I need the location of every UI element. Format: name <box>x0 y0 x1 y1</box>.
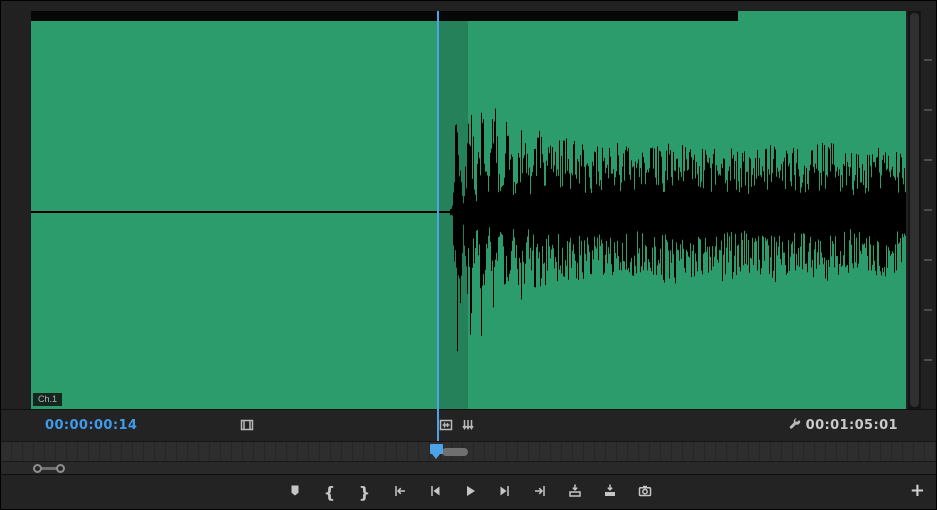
settings-button[interactable] <box>787 417 803 433</box>
go-to-in-button[interactable] <box>392 485 408 501</box>
play-button[interactable] <box>462 485 478 501</box>
playhead[interactable] <box>437 11 439 441</box>
source-monitor-panel: Ch.1 00:00:00:14 00:01:05:01 {} + <box>0 0 937 510</box>
go-to-out-icon <box>532 483 548 504</box>
step-forward-button[interactable] <box>497 485 513 501</box>
play-icon <box>462 483 478 504</box>
top-black-strip <box>31 11 738 21</box>
step-forward-icon <box>497 483 513 504</box>
waveform-box-icon <box>438 417 454 433</box>
channel-label: Ch.1 <box>33 393 63 406</box>
vertical-scrollbar[interactable] <box>908 11 921 409</box>
export-frame-button[interactable] <box>637 485 653 501</box>
horizontal-scrollbar[interactable] <box>1 461 936 475</box>
playhead-handle[interactable] <box>430 444 443 459</box>
audio-arrows-icon <box>460 417 476 433</box>
drag-video-button[interactable] <box>239 417 255 433</box>
overwrite-button[interactable] <box>602 483 618 504</box>
level-ruler-ticks <box>924 11 932 409</box>
insert-button[interactable] <box>567 483 583 504</box>
vertical-scrollbar-thumb[interactable] <box>910 13 919 407</box>
insert-icon <box>567 483 583 504</box>
zoom-handle-right[interactable] <box>56 464 65 473</box>
overwrite-icon <box>602 483 618 504</box>
waveform-display[interactable]: Ch.1 <box>31 11 906 409</box>
mark-out-button[interactable]: } <box>357 485 373 501</box>
step-back-icon <box>427 483 443 504</box>
add-marker-button[interactable] <box>287 485 303 501</box>
drag-audio-button[interactable] <box>438 417 454 433</box>
current-timecode[interactable]: 00:00:00:14 <box>45 418 137 433</box>
audio-channels-button[interactable] <box>460 417 476 433</box>
mark-in-button[interactable]: { <box>322 485 338 501</box>
zoom-region-thumb[interactable] <box>442 448 468 456</box>
go-to-out-button[interactable] <box>532 485 548 501</box>
transport-toolbar: { } <box>1 474 936 509</box>
film-frame-icon <box>239 417 255 433</box>
go-to-in-icon <box>392 483 408 504</box>
step-back-button[interactable] <box>427 485 443 501</box>
settings-wrench-icon <box>787 417 803 433</box>
camera-icon <box>637 483 653 504</box>
timecode-bar: 00:00:00:14 00:01:05:01 <box>1 409 936 442</box>
button-editor-plus[interactable]: + <box>910 482 925 500</box>
zoom-handle-left[interactable] <box>33 464 42 473</box>
time-ruler[interactable] <box>1 441 936 462</box>
duration-timecode: 00:01:05:01 <box>805 418 898 433</box>
marker-icon <box>287 483 303 504</box>
audio-waveform <box>450 108 906 352</box>
